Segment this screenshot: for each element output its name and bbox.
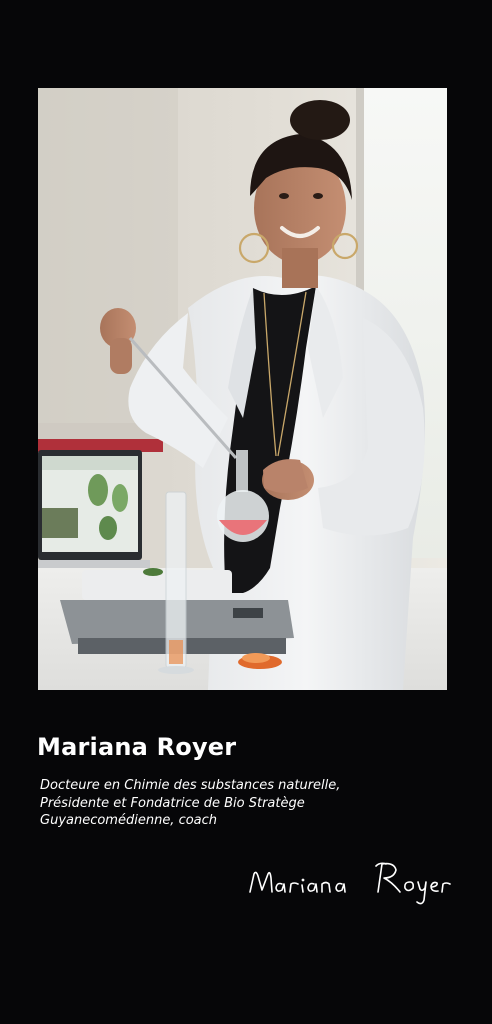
handwritten-signature bbox=[244, 852, 454, 908]
person-name: Mariana Royer bbox=[37, 733, 237, 761]
bio-line: Guyanecomédienne, coach bbox=[40, 813, 218, 828]
bio-line: Présidente et Fondatrice de Bio Stratège bbox=[40, 795, 305, 811]
portrait-photo bbox=[38, 88, 447, 690]
bio-text: Docteure en Chimie des substances nature… bbox=[40, 777, 460, 830]
bio-line: Docteure en Chimie des substances nature… bbox=[40, 778, 341, 793]
profile-card: Mariana Royer Docteure en Chimie des sub… bbox=[0, 0, 492, 1024]
